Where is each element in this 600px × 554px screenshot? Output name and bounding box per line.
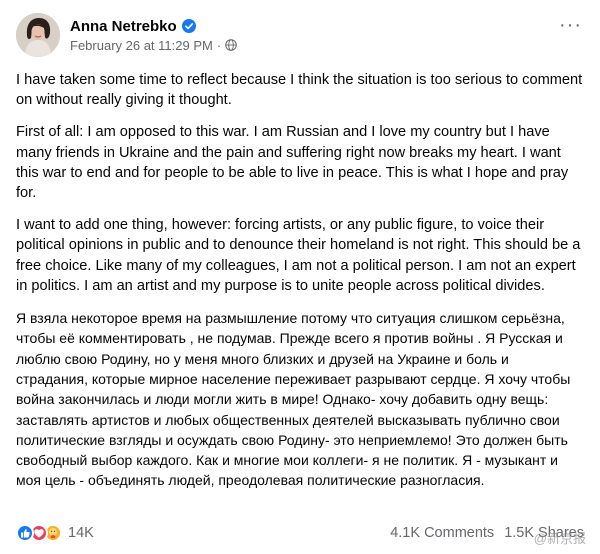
facebook-post: Anna Netrebko February 26 at 11:29 PM · <box>0 0 600 554</box>
author-row: Anna Netrebko <box>70 18 237 35</box>
reactions-summary[interactable]: 14K <box>16 524 94 542</box>
globe-icon[interactable] <box>225 39 237 51</box>
post-paragraph: First of all: I am opposed to this war. … <box>16 124 569 202</box>
post-header: Anna Netrebko February 26 at 11:29 PM · <box>16 12 584 58</box>
post-paragraph-russian: Я взяла некоторое время на размышление п… <box>16 310 571 489</box>
author-name[interactable]: Anna Netrebko <box>70 18 177 35</box>
comments-link[interactable]: 4.1K Comments <box>390 525 494 541</box>
like-icon <box>16 524 34 542</box>
post-body: I have taken some time to reflect becaus… <box>16 70 584 491</box>
timestamp-row: February 26 at 11:29 PM · <box>70 38 237 53</box>
more-options-button[interactable]: ··· <box>559 14 582 37</box>
post-timestamp[interactable]: February 26 at 11:29 PM <box>70 38 213 53</box>
separator-dot: · <box>216 37 222 53</box>
author-avatar[interactable] <box>16 13 60 57</box>
verified-badge-icon <box>181 19 196 33</box>
watermark: @新京报 <box>533 531 586 546</box>
post-paragraph: I have taken some time to reflect becaus… <box>16 72 583 109</box>
post-paragraph: I want to add one thing, however: forcin… <box>16 217 581 294</box>
avatar-photo <box>16 13 60 57</box>
reaction-count: 14K <box>68 525 94 541</box>
post-meta: Anna Netrebko February 26 at 11:29 PM · <box>70 18 237 53</box>
post-footer: 14K 4.1K Comments 1.5K Shares <box>16 518 584 548</box>
